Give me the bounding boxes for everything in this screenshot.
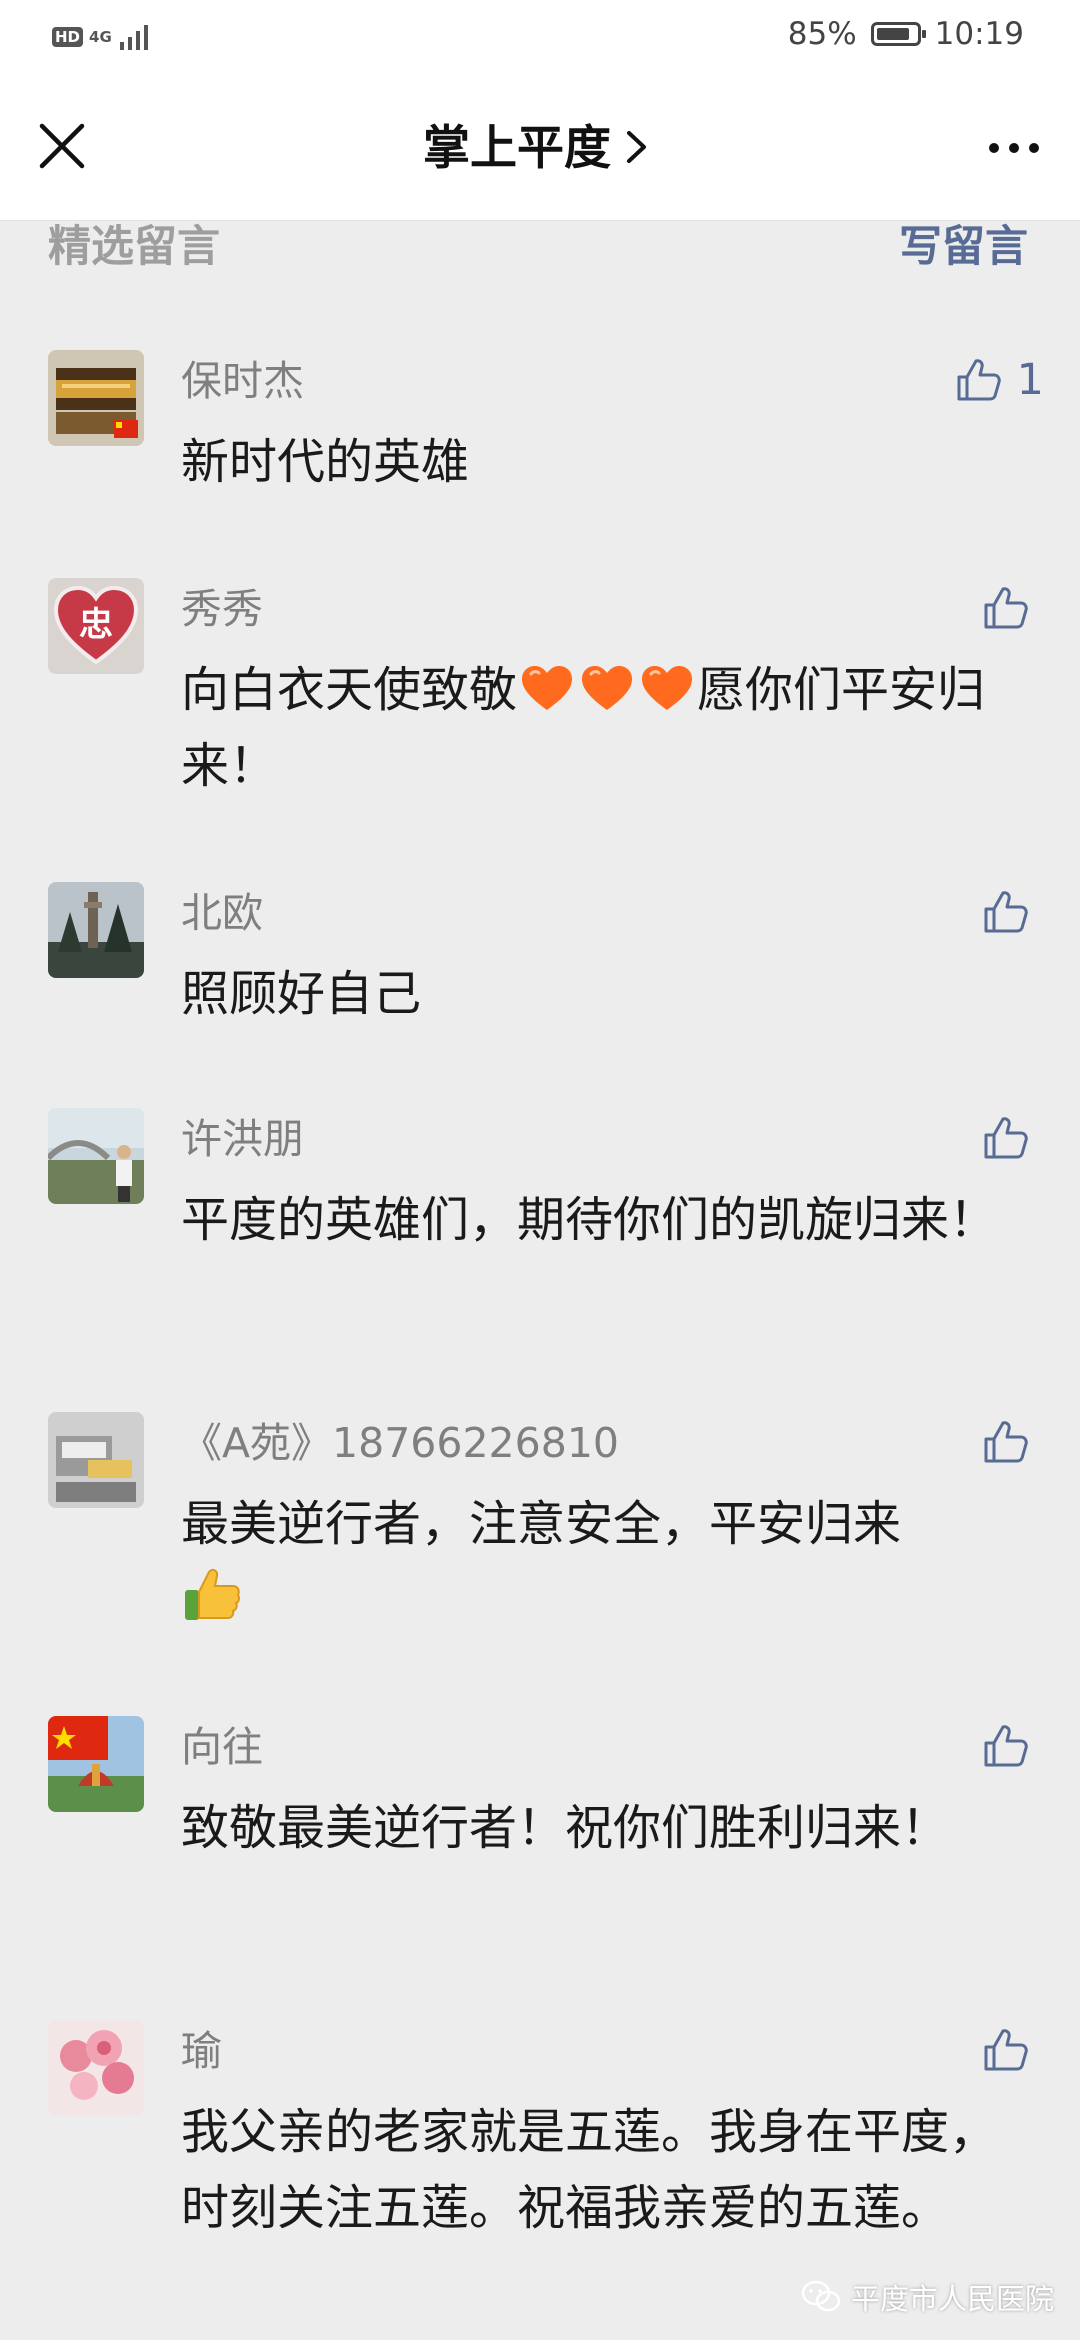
- comment-text: 平度的英雄们，期待你们的凯旋归来！: [181, 1182, 1037, 1258]
- status-bar: HD 4G 85% 10:19: [0, 0, 1080, 76]
- comment-author: 向往: [181, 1723, 263, 1771]
- hd-badge: HD: [52, 27, 84, 47]
- thumbs-up-icon: [984, 1725, 1028, 1767]
- comment-text-segment: 我父亲的老家就是五莲。我身在平度，时刻关注五莲。祝福我亲爱的五莲。: [181, 2104, 998, 2236]
- orange-heart-emoji-icon: [582, 666, 633, 710]
- thumbs-up-icon: [984, 1421, 1028, 1463]
- avatar[interactable]: [48, 1108, 144, 1204]
- nav-bar: 掌上平度: [0, 76, 1080, 221]
- like-button[interactable]: 1: [953, 350, 1044, 410]
- avatar-label: 忠: [79, 605, 113, 645]
- chevron-right-icon: [627, 131, 646, 163]
- status-right: 85% 10:19: [788, 16, 1024, 52]
- comment-text-segment: 最美逆行者，注意安全，平安归来: [181, 1496, 902, 1552]
- avatar[interactable]: [48, 1412, 144, 1508]
- comment-text-segment: 向白衣天使致敬: [181, 662, 518, 718]
- like-button[interactable]: [980, 882, 1044, 942]
- comment-text: 照顾好自己: [181, 956, 1037, 1032]
- comment-author: 许洪朋: [181, 1115, 304, 1163]
- section-header: 精选留言 写留言: [0, 220, 1080, 284]
- avatar[interactable]: [48, 2020, 144, 2116]
- thumbs-up-icon: [957, 359, 1001, 401]
- comment-text: 最美逆行者，注意安全，平安归来: [181, 1486, 1037, 1638]
- like-button[interactable]: [980, 2020, 1044, 2080]
- like-button[interactable]: [980, 1716, 1044, 1776]
- network-label: 4G: [89, 28, 112, 46]
- battery-icon: [870, 22, 926, 46]
- like-count: 1: [1016, 355, 1044, 405]
- thumbs-up-icon: [984, 2029, 1028, 2071]
- avatar[interactable]: [48, 1716, 144, 1812]
- watermark-text: 平度市人民医院: [850, 2282, 1054, 2316]
- account-title-link[interactable]: 掌上平度: [0, 114, 1080, 184]
- avatar[interactable]: 忠: [48, 578, 144, 674]
- orange-heart-emoji-icon: [522, 666, 573, 710]
- thumbs-up-emoji-icon: [185, 1568, 241, 1620]
- comment-author: 北欧: [181, 889, 263, 937]
- thumbs-up-icon: [984, 891, 1028, 933]
- battery-level-fill: [876, 28, 909, 40]
- comment-author: 秀秀: [181, 585, 263, 633]
- section-title: 精选留言: [48, 222, 220, 272]
- like-button[interactable]: [980, 578, 1044, 638]
- battery-percent: 85%: [787, 16, 857, 52]
- signal-icon: [119, 25, 148, 50]
- like-button[interactable]: [980, 1108, 1044, 1168]
- account-watermark: 平度市人民医院: [801, 2276, 1054, 2318]
- comment-author: 瑜: [181, 2027, 222, 2075]
- thumbs-up-icon: [984, 1117, 1028, 1159]
- comment-text-segment: 致敬最美逆行者！祝你们胜利归来！: [181, 1800, 950, 1856]
- like-button[interactable]: [980, 1412, 1044, 1472]
- comment-text-segment: 照顾好自己: [181, 966, 422, 1022]
- comment-text-segment: 平度的英雄们，期待你们的凯旋归来！: [181, 1192, 998, 1248]
- write-comment-link[interactable]: 写留言: [899, 212, 1028, 274]
- comment-author: 保时杰: [181, 357, 304, 405]
- thumbs-up-icon: [984, 587, 1028, 629]
- wechat-icon: [801, 2280, 841, 2312]
- clock: 10:19: [934, 16, 1024, 52]
- avatar[interactable]: [48, 882, 144, 978]
- comment-text: 我父亲的老家就是五莲。我身在平度，时刻关注五莲。祝福我亲爱的五莲。: [181, 2094, 1037, 2246]
- comment-text: 新时代的英雄: [181, 424, 1037, 500]
- comment-author: 《A苑》18766226810: [181, 1419, 619, 1467]
- orange-heart-emoji-icon: [642, 666, 693, 710]
- comment-text-segment: 新时代的英雄: [181, 434, 470, 490]
- status-left: HD 4G: [52, 22, 152, 52]
- comment-text: 向白衣天使致敬 愿你们平安归来！: [181, 652, 1037, 804]
- page-title: 掌上平度: [423, 121, 611, 176]
- avatar[interactable]: [48, 350, 144, 446]
- more-icon[interactable]: [986, 128, 1042, 168]
- comment-text: 致敬最美逆行者！祝你们胜利归来！: [181, 1790, 1037, 1866]
